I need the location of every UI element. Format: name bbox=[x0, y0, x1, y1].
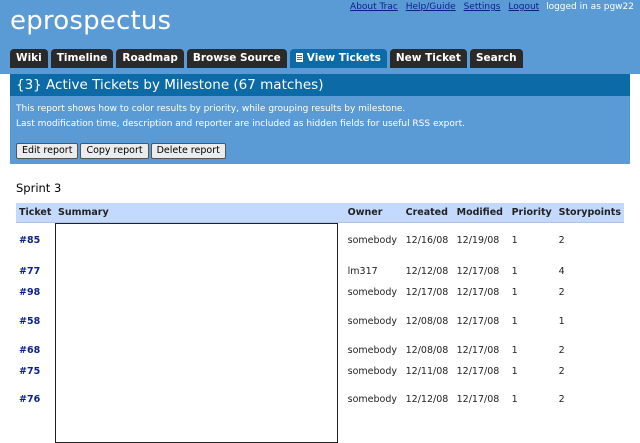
tab-wiki[interactable]: Wiki bbox=[10, 49, 48, 68]
owner-cell: somebody bbox=[347, 394, 397, 405]
owner-cell: somebody bbox=[347, 287, 397, 298]
tab-label: New Ticket bbox=[395, 52, 461, 64]
tab-label: Timeline bbox=[56, 52, 108, 64]
priority-cell: 1 bbox=[511, 366, 518, 377]
storypoints-cell: 2 bbox=[558, 235, 565, 247]
tab-browse-source[interactable]: Browse Source bbox=[186, 49, 287, 68]
tab-view-tickets[interactable]: View Tickets bbox=[289, 49, 387, 68]
delete-report-button[interactable]: Delete report bbox=[150, 143, 226, 159]
created-cell: 12/08/08 bbox=[405, 345, 449, 356]
tab-new-ticket[interactable]: New Ticket bbox=[389, 49, 467, 68]
ticket-cell: #85 bbox=[16, 223, 55, 259]
modified-cell: 12/17/08 bbox=[456, 266, 500, 277]
modified-cell: 12/19/08 bbox=[456, 235, 500, 247]
storypoints-cell: 2 bbox=[558, 366, 565, 377]
milestone-group-title: Sprint 3 bbox=[16, 181, 62, 195]
about-trac-link[interactable]: About Trac bbox=[350, 2, 398, 12]
ticket-link[interactable]: #76 bbox=[19, 394, 40, 405]
tab-label: View Tickets bbox=[306, 52, 381, 64]
ticket-link[interactable]: #85 bbox=[19, 235, 40, 246]
tab-search[interactable]: Search bbox=[469, 49, 523, 68]
created-cell: 12/17/08 bbox=[405, 287, 449, 298]
modified-cell: 12/17/08 bbox=[456, 316, 500, 327]
storypoints-cell: 4 bbox=[558, 266, 565, 277]
priority-cell: 1 bbox=[511, 266, 518, 277]
owner-cell: lm317 bbox=[347, 266, 378, 277]
modified-cell: 12/17/08 bbox=[456, 366, 500, 377]
report-title: {3} Active Tickets by Milestone (67 matc… bbox=[10, 74, 630, 96]
created-cell: 12/16/08 bbox=[405, 235, 449, 247]
modified-cell: 12/17/08 bbox=[456, 345, 500, 356]
copy-report-button[interactable]: Copy report bbox=[80, 143, 149, 159]
ticket-link[interactable]: #77 bbox=[19, 266, 40, 277]
column-header-priority[interactable]: Priority bbox=[508, 203, 556, 223]
logout-link[interactable]: Logout bbox=[508, 2, 539, 12]
owner-cell: somebody bbox=[347, 316, 397, 327]
priority-cell: 1 bbox=[511, 394, 518, 405]
ticket-link[interactable]: #68 bbox=[19, 345, 40, 356]
table-header-row: Ticket Summary Owner Created Modified Pr… bbox=[16, 203, 624, 223]
ticket-cell: #68 bbox=[16, 343, 55, 359]
modified-cell: 12/17/08 bbox=[456, 287, 500, 298]
ticket-link[interactable]: #58 bbox=[19, 316, 40, 327]
modified-cell: 12/17/08 bbox=[456, 394, 500, 405]
column-header-created[interactable]: Created bbox=[402, 203, 454, 223]
created-cell: 12/12/08 bbox=[405, 394, 449, 405]
storypoints-cell: 1 bbox=[558, 316, 565, 327]
redacted-summary-box bbox=[55, 223, 338, 443]
storypoints-cell: 2 bbox=[558, 345, 565, 356]
column-header-summary[interactable]: Summary bbox=[54, 203, 345, 223]
tab-label: Roadmap bbox=[122, 52, 178, 64]
meta-nav: About Trac Help/Guide Settings Logout lo… bbox=[345, 2, 634, 12]
ticket-cell: #76 bbox=[16, 385, 55, 415]
ticket-link[interactable]: #75 bbox=[19, 366, 40, 377]
owner-cell: somebody bbox=[347, 345, 397, 356]
ticket-link[interactable]: #98 bbox=[19, 287, 40, 298]
logged-in-user: logged in as pgw22 bbox=[546, 2, 634, 12]
column-header-storypoints[interactable]: Storypoints bbox=[555, 203, 624, 223]
priority-cell: 1 bbox=[511, 316, 518, 327]
edit-report-button[interactable]: Edit report bbox=[16, 143, 79, 159]
ticket-cell: #98 bbox=[16, 285, 55, 301]
created-cell: 12/12/08 bbox=[405, 266, 449, 277]
tab-label: Wiki bbox=[16, 52, 42, 64]
settings-link[interactable]: Settings bbox=[464, 2, 501, 12]
column-header-ticket[interactable]: Ticket bbox=[16, 203, 55, 223]
created-cell: 12/08/08 bbox=[405, 316, 449, 327]
storypoints-cell: 2 bbox=[558, 287, 565, 298]
tab-label: Search bbox=[475, 52, 517, 64]
report-description: This report shows how to color results b… bbox=[16, 102, 465, 132]
column-header-modified[interactable]: Modified bbox=[453, 203, 509, 223]
tab-timeline[interactable]: Timeline bbox=[50, 49, 114, 68]
report-header: {3} Active Tickets by Milestone (67 matc… bbox=[10, 74, 630, 164]
site-header: eprospectus About Trac Help/Guide Settin… bbox=[0, 0, 640, 68]
ticket-cell: #77 bbox=[16, 259, 55, 285]
main-nav: Wiki Timeline Roadmap Browse Source View Tic… bbox=[10, 49, 526, 68]
ticket-cell: #58 bbox=[16, 301, 55, 343]
description-line: This report shows how to color results b… bbox=[16, 104, 406, 114]
description-line: Last modification time, description and … bbox=[16, 119, 465, 129]
tab-label: Browse Source bbox=[192, 52, 281, 64]
priority-cell: 1 bbox=[511, 235, 518, 247]
priority-cell: 1 bbox=[511, 287, 518, 298]
brand-title[interactable]: eprospectus bbox=[10, 6, 171, 36]
help-guide-link[interactable]: Help/Guide bbox=[406, 2, 456, 12]
tab-roadmap[interactable]: Roadmap bbox=[116, 49, 184, 68]
created-cell: 12/11/08 bbox=[405, 366, 449, 377]
priority-cell: 1 bbox=[511, 345, 518, 356]
owner-cell: somebody bbox=[347, 235, 397, 247]
column-header-owner[interactable]: Owner bbox=[344, 203, 403, 223]
document-icon bbox=[295, 53, 303, 62]
storypoints-cell: 2 bbox=[558, 394, 565, 405]
ticket-cell: #75 bbox=[16, 359, 55, 385]
report-actions: Edit report Copy report Delete report bbox=[16, 143, 228, 162]
owner-cell: somebody bbox=[347, 366, 397, 377]
